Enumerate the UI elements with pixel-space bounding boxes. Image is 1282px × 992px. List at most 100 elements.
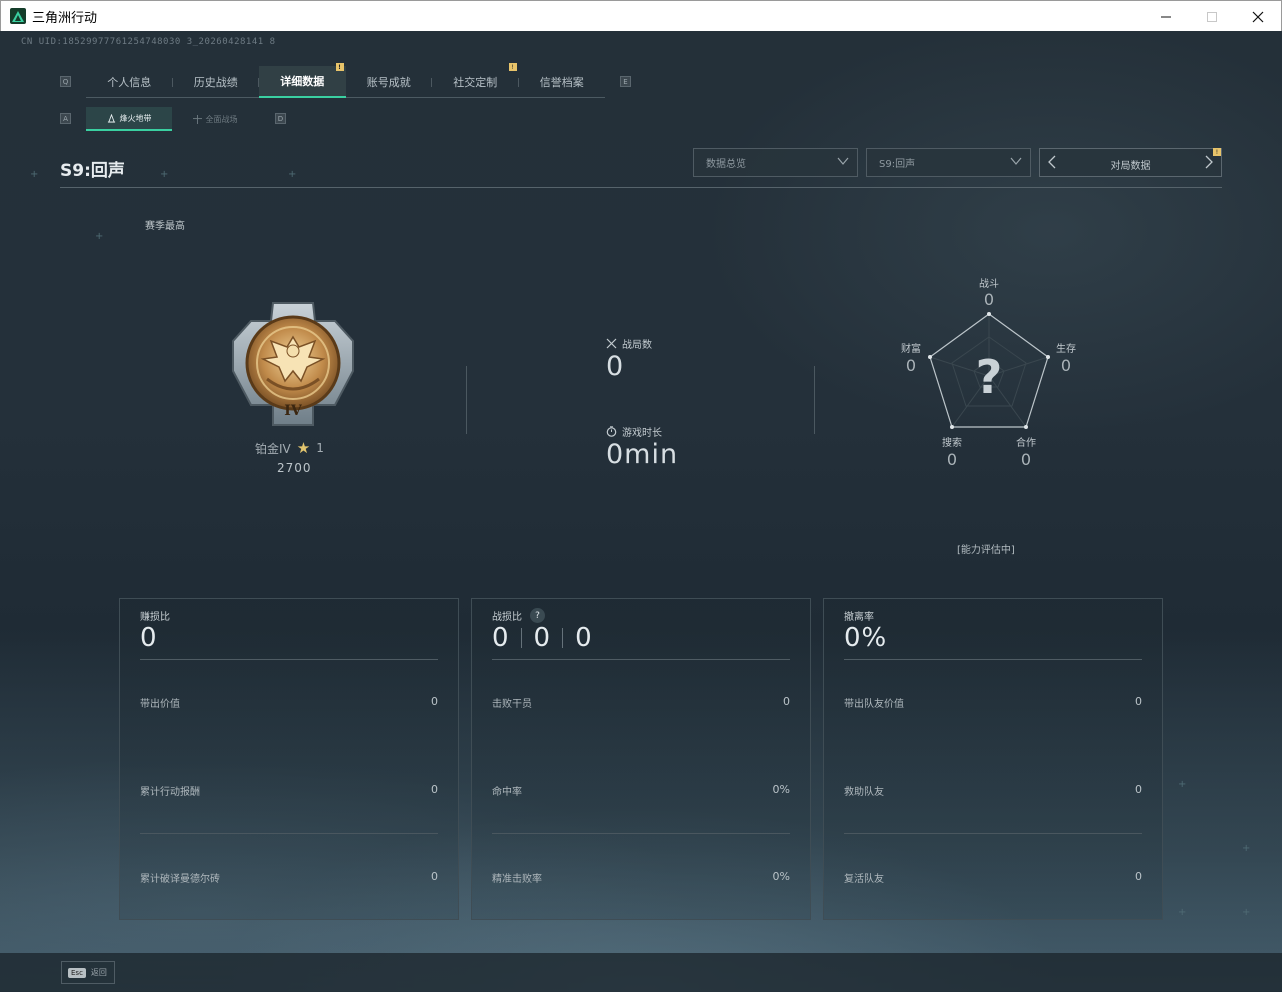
season-best-label: 赛季最高 (145, 221, 185, 232)
row-value: 0% (772, 783, 790, 796)
radar-unknown-glyph: ? (976, 350, 1003, 404)
ability-radar: ? 战斗 0 生存 0 合作 0 搜索 0 财富 0 (900, 271, 1080, 471)
tab-reputation[interactable]: 信誉档案 (519, 66, 606, 98)
radar-label-search: 搜索 (942, 438, 962, 449)
rank-name: 铂金IV (255, 441, 291, 456)
label-text: 战局数 (622, 340, 652, 351)
crosshair-icon (192, 114, 202, 124)
dropdown-value: S9:回声 (879, 159, 916, 170)
row-label: 复活队友 (844, 874, 884, 885)
match-data-pager: 对局数据 ! (1039, 148, 1222, 177)
card-title: 战损比 ? (492, 608, 545, 623)
column-divider (814, 366, 815, 434)
playtime-value: 0min (606, 439, 679, 470)
chevron-right-icon[interactable] (1202, 154, 1216, 170)
tab-social[interactable]: 社交定制 ! (432, 63, 519, 98)
card-title: 撤离率 (844, 608, 874, 623)
radar-value-search: 0 (946, 450, 958, 469)
tab-label: 个人信息 (107, 76, 152, 89)
tab-achievements[interactable]: 账号成就 (346, 66, 432, 98)
prev-tab-key-hint[interactable]: Q (60, 76, 71, 87)
crosshair-mark: + (288, 169, 297, 180)
star-icon: ★ (296, 439, 311, 457)
next-tab-key-hint[interactable]: E (620, 76, 631, 87)
prev-subtab-key-hint[interactable]: A (60, 113, 71, 124)
maximize-button[interactable] (1189, 1, 1235, 32)
tab-detailed-data[interactable]: 详细数据 ! (259, 63, 346, 98)
row-value: 0 (1135, 870, 1142, 883)
card-divider (844, 659, 1142, 660)
kd-value: 0 (492, 623, 509, 653)
kd-value: 0 (533, 623, 551, 653)
maximize-icon (1207, 11, 1217, 22)
card-row: 击败干员 0 (492, 695, 790, 710)
label-text: 游戏时长 (622, 428, 662, 439)
rank-medal-icon: IV (232, 302, 354, 426)
minimize-button[interactable] (1143, 1, 1189, 32)
tab-label: 社交定制 (453, 76, 498, 89)
kd-card: 战损比 ? 0 0 0 击败干员 0 命中率 0% 精准击败率 0% (471, 598, 811, 920)
new-badge: ! (335, 63, 344, 71)
radar-label-combat: 战斗 (979, 279, 999, 290)
tab-label: 历史战绩 (193, 76, 238, 89)
next-subtab-key-hint[interactable]: D (275, 113, 286, 124)
subtab-extraction[interactable]: 烽火地带 (86, 107, 172, 131)
card-title-text: 赚损比 (140, 612, 170, 623)
stopwatch-icon (606, 426, 617, 437)
back-button[interactable]: Esc 返回 (61, 961, 115, 984)
tab-personal-info[interactable]: 个人信息 (86, 66, 173, 98)
new-badge: ! (508, 63, 517, 71)
row-value: 0 (783, 695, 790, 708)
row-value: 0 (431, 870, 438, 883)
subtab-label: 全面战场 (205, 114, 238, 124)
rank-stars: 1 (316, 441, 324, 455)
crosshair-mark: + (1178, 907, 1187, 918)
player-uid: CN UID:18529977761254748030 3_2026042814… (21, 37, 276, 47)
card-row: 带出价值 0 (140, 695, 438, 710)
card-divider (140, 833, 438, 834)
header-divider (60, 187, 1222, 188)
card-divider (140, 659, 438, 660)
radar-label-survival: 生存 (1056, 344, 1076, 355)
medal-tier-numeral: IV (284, 403, 303, 419)
kd-values: 0 0 0 (492, 623, 592, 653)
rank-line: 铂金IV ★ 1 (255, 439, 324, 457)
card-main-value: 0% (844, 623, 888, 653)
crossed-swords-icon (606, 338, 617, 349)
radar-label-wealth: 财富 (901, 344, 921, 355)
new-badge: ! (1213, 148, 1221, 156)
tab-label: 详细数据 (280, 75, 325, 88)
crosshair-mark: + (1178, 779, 1187, 790)
window-title: 三角洲行动 (32, 10, 98, 26)
row-value: 0 (1135, 783, 1142, 796)
tab-history[interactable]: 历史战绩 (173, 66, 259, 98)
help-icon[interactable]: ? (530, 608, 545, 623)
beacon-icon (107, 113, 115, 123)
row-value: 0 (431, 695, 438, 708)
subtab-battlefield[interactable]: 全面战场 (172, 107, 258, 131)
card-divider (492, 659, 790, 660)
card-row: 累计行动报酬 0 (140, 783, 438, 798)
pager-label: 对局数据 (1110, 161, 1151, 172)
row-label: 带出队友价值 (844, 699, 904, 710)
row-label: 带出价值 (140, 699, 180, 710)
card-title-text: 撤离率 (844, 612, 874, 623)
radar-value-combat: 0 (983, 290, 995, 309)
season-title: S9:回声 (60, 161, 125, 181)
card-title-text: 战损比 (492, 612, 522, 623)
row-label: 累计行动报酬 (140, 787, 200, 798)
window-title-bar: 三角洲行动 (0, 0, 1282, 31)
app-logo-icon (10, 8, 26, 24)
radar-label-teamwork: 合作 (1016, 438, 1036, 449)
row-value: 0 (1135, 695, 1142, 708)
crosshair-mark: + (30, 169, 39, 180)
season-dropdown[interactable]: S9:回声 (866, 148, 1031, 177)
row-value: 0% (772, 870, 790, 883)
card-row: 累计破译曼德尔砖 0 (140, 870, 438, 885)
data-type-dropdown[interactable]: 数据总览 (693, 148, 858, 177)
radar-value-wealth: 0 (905, 356, 917, 375)
card-row: 带出队友价值 0 (844, 695, 1142, 710)
close-button[interactable] (1235, 1, 1281, 32)
row-value: 0 (431, 783, 438, 796)
card-divider (844, 833, 1142, 834)
